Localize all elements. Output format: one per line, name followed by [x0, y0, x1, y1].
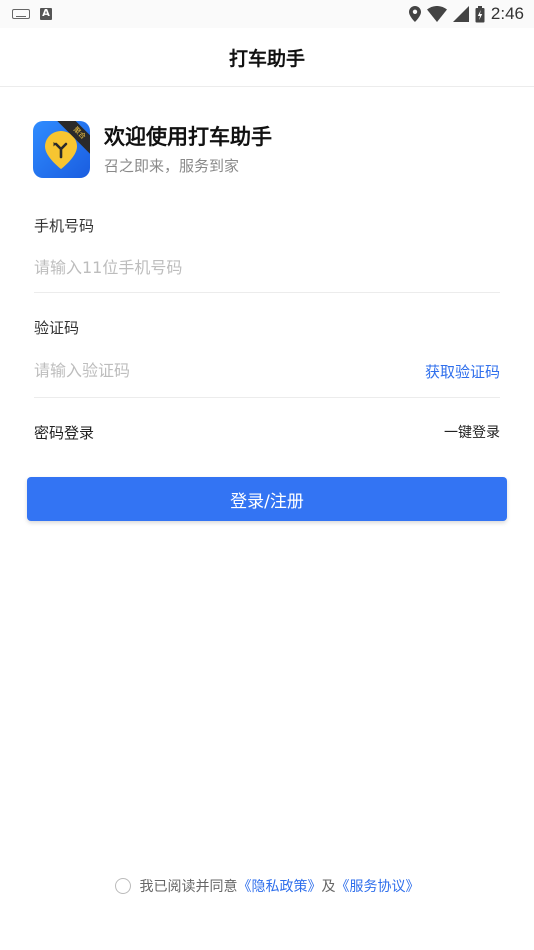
agreement-checkbox[interactable] — [114, 878, 131, 894]
code-input[interactable] — [34, 352, 394, 388]
privacy-policy-link[interactable]: 《隐私政策》 — [238, 876, 322, 896]
service-agreement-link[interactable]: 《服务协议》 — [336, 876, 420, 896]
a-icon: A — [40, 8, 52, 20]
password-login-link[interactable]: 密码登录 — [34, 422, 94, 443]
welcome-title: 欢迎使用打车助手 — [104, 125, 272, 149]
code-label: 验证码 — [34, 319, 80, 337]
agreement-row: 我已阅读并同意 《隐私政策》 及 《服务协议》 — [0, 876, 534, 896]
app-header: 打车助手 — [0, 28, 534, 87]
agreement-and: 及 — [321, 879, 336, 895]
app-logo: 聚合 — [33, 121, 90, 178]
status-bar: A 2:46 — [0, 0, 534, 28]
status-bar-left: A — [12, 8, 52, 20]
keyboard-icon — [12, 9, 30, 19]
phone-divider — [34, 292, 500, 293]
code-divider — [34, 397, 500, 398]
get-code-button[interactable]: 获取验证码 — [425, 361, 500, 382]
welcome-text: 欢迎使用打车助手 召之即来，服务到家 — [104, 123, 272, 176]
welcome-subtitle: 召之即来，服务到家 — [104, 157, 240, 175]
one-click-login-link[interactable]: 一键登录 — [444, 422, 500, 442]
status-bar-right: 2:46 — [408, 4, 524, 24]
wifi-icon — [426, 6, 447, 22]
welcome-block: 聚合 欢迎使用打车助手 召之即来，服务到家 — [33, 121, 272, 178]
status-time: 2:46 — [490, 4, 524, 23]
signal-icon — [452, 6, 469, 22]
phone-label: 手机号码 — [34, 217, 95, 235]
phone-input[interactable] — [34, 249, 500, 285]
page-title: 打车助手 — [228, 47, 305, 70]
battery-icon — [475, 5, 485, 22]
agreement-prefix: 我已阅读并同意 — [139, 879, 238, 895]
location-icon — [408, 6, 421, 22]
login-register-button[interactable]: 登录/注册 — [27, 477, 507, 521]
